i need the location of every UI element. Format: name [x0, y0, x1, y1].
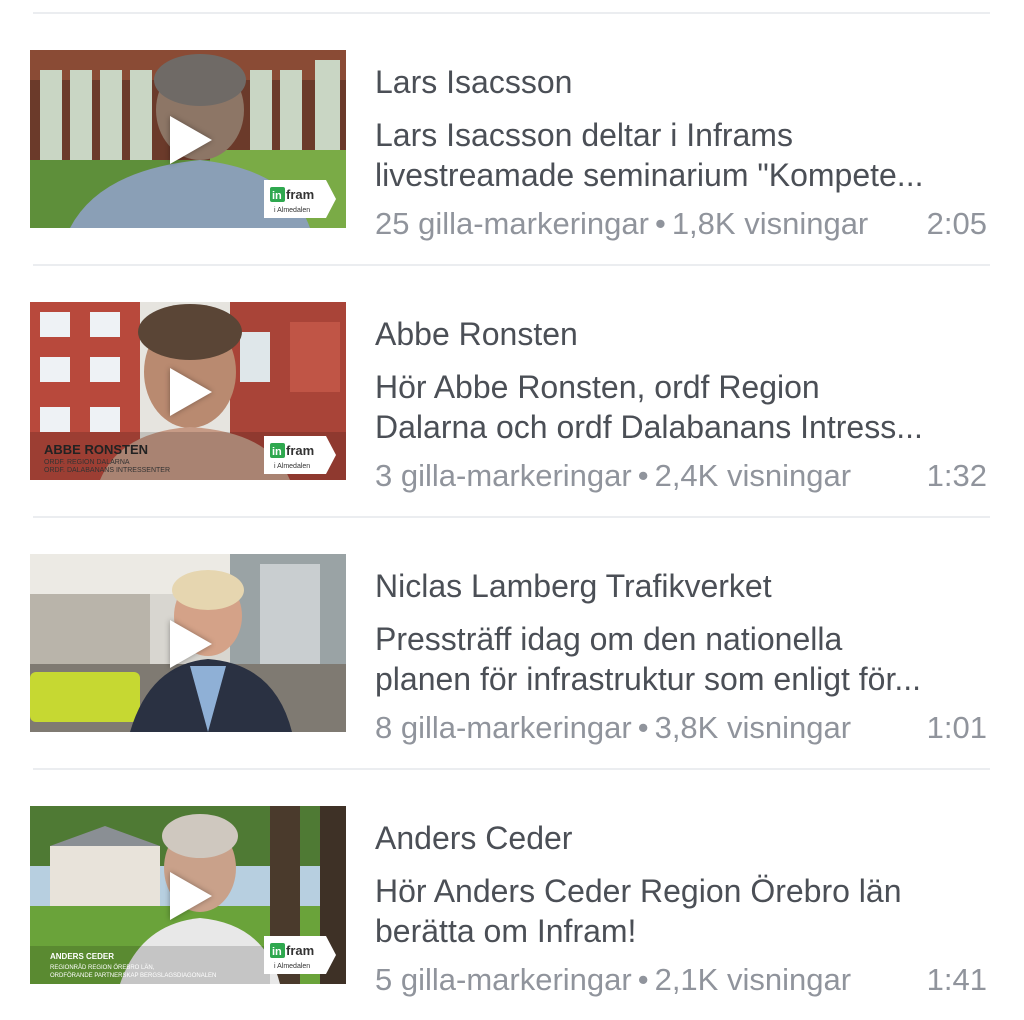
description-line: Dalarna och ordf Dalabanans Intress... [375, 409, 923, 445]
description-line: Pressträff idag om den nationella [375, 621, 843, 657]
play-icon [170, 620, 212, 668]
likes-count: 3 gilla-markeringar [375, 458, 632, 493]
svg-text:in: in [272, 446, 282, 458]
svg-text:in: in [272, 946, 282, 958]
video-description: Pressträff idag om den nationella planen… [375, 619, 991, 699]
svg-text:ORDF. REGION DALARNA: ORDF. REGION DALARNA [44, 459, 130, 466]
play-icon [170, 368, 212, 416]
video-thumbnail[interactable]: infram in fram i Almedalen [30, 50, 346, 228]
separator-dot: • [654, 206, 666, 241]
svg-text:i Almedalen: i Almedalen [274, 207, 310, 214]
video-list-item[interactable]: infram in fram i Almedalen Lars Isacsson… [0, 14, 1024, 266]
separator-dot: • [637, 710, 649, 745]
description-line: Hör Abbe Ronsten, ordf Region [375, 369, 820, 405]
svg-text:i Almedalen: i Almedalen [274, 463, 310, 470]
video-title[interactable]: Lars Isacsson [375, 64, 572, 101]
description-line: Lars Isacsson deltar i Inframs [375, 117, 793, 153]
views-count: 3,8K visningar [654, 710, 852, 745]
svg-text:ANDERS CEDER: ANDERS CEDER [50, 952, 114, 961]
likes-count: 5 gilla-markeringar [375, 962, 632, 997]
video-title[interactable]: Niclas Lamberg Trafikverket [375, 568, 772, 605]
video-meta: 25 gilla-markeringar • 1,8K visningar 2:05 [375, 206, 987, 246]
video-list-item[interactable]: ABBE RONSTEN ORDF. REGION DALARNA ORDF. … [0, 266, 1024, 518]
infram-badge: in fram i Almedalen [264, 436, 336, 474]
description-line: berätta om Infram! [375, 913, 637, 949]
video-thumbnail[interactable]: ABBE RONSTEN ORDF. REGION DALARNA ORDF. … [30, 302, 346, 480]
video-title[interactable]: Anders Ceder [375, 820, 572, 857]
video-title[interactable]: Abbe Ronsten [375, 316, 578, 353]
description-line: Hör Anders Ceder Region Örebro län [375, 873, 902, 909]
infram-badge: infram in fram i Almedalen [264, 180, 336, 218]
video-description: Hör Anders Ceder Region Örebro län berät… [375, 871, 991, 951]
video-thumbnail[interactable] [30, 554, 346, 732]
separator-dot: • [637, 962, 649, 997]
video-list: infram in fram i Almedalen Lars Isacsson… [0, 0, 1024, 1020]
likes-count: 8 gilla-markeringar [375, 710, 632, 745]
views-count: 2,4K visningar [654, 458, 852, 493]
svg-text:in: in [272, 190, 282, 202]
description-line: planen för infrastruktur som enligt för.… [375, 661, 922, 697]
svg-text:i Almedalen: i Almedalen [274, 963, 310, 970]
video-duration: 1:01 [926, 710, 987, 745]
description-line: livestreamade seminarium "Kompete... [375, 157, 924, 193]
svg-text:fram: fram [286, 187, 314, 202]
video-meta: 8 gilla-markeringar • 3,8K visningar 1:01 [375, 710, 987, 750]
svg-text:REGIONRÅD REGION ÖREBRO LÄN,: REGIONRÅD REGION ÖREBRO LÄN, [50, 964, 155, 971]
svg-text:ORDF. DALABANANS INTRESSENTER: ORDF. DALABANANS INTRESSENTER [44, 467, 170, 474]
video-meta: 5 gilla-markeringar • 2,1K visningar 1:41 [375, 962, 987, 1002]
svg-text:fram: fram [286, 943, 314, 958]
video-description: Lars Isacsson deltar i Inframs livestrea… [375, 115, 991, 195]
svg-text:ABBE RONSTEN: ABBE RONSTEN [44, 442, 148, 457]
video-duration: 2:05 [926, 206, 987, 241]
infram-badge: in fram i Almedalen [264, 936, 336, 974]
views-count: 1,8K visningar [671, 206, 869, 241]
views-count: 2,1K visningar [654, 962, 852, 997]
video-duration: 1:32 [926, 458, 987, 493]
video-description: Hör Abbe Ronsten, ordf Region Dalarna oc… [375, 367, 991, 447]
video-duration: 1:41 [926, 962, 987, 997]
video-list-item[interactable]: ANDERS CEDER REGIONRÅD REGION ÖREBRO LÄN… [0, 770, 1024, 1020]
video-meta: 3 gilla-markeringar • 2,4K visningar 1:32 [375, 458, 987, 498]
svg-text:fram: fram [286, 443, 314, 458]
likes-count: 25 gilla-markeringar [375, 206, 649, 241]
svg-text:ORDFÖRANDE PARTNERSKAP BERGSLA: ORDFÖRANDE PARTNERSKAP BERGSLAGSDIAGONAL… [50, 972, 216, 979]
separator-dot: • [637, 458, 649, 493]
play-icon [170, 872, 212, 920]
video-list-item[interactable]: Niclas Lamberg Trafikverket Pressträff i… [0, 518, 1024, 770]
video-thumbnail[interactable]: ANDERS CEDER REGIONRÅD REGION ÖREBRO LÄN… [30, 806, 346, 984]
play-icon [170, 116, 212, 164]
